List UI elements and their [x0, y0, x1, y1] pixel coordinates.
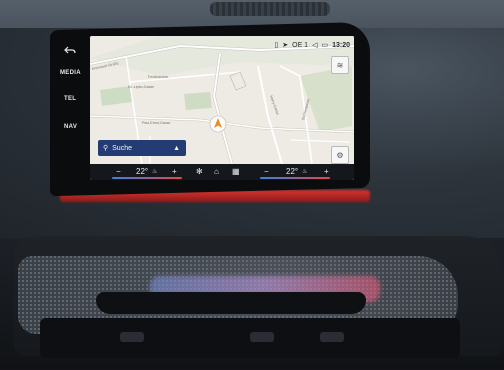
clock: 13:20: [332, 41, 350, 49]
tel-button[interactable]: TEL: [64, 96, 76, 102]
phone-icon: ▯: [274, 42, 279, 49]
search-field[interactable]: ⚲ Suche ▲: [98, 140, 186, 156]
media-button[interactable]: MEDIA: [60, 70, 81, 76]
apps-grid-icon[interactable]: ▦: [232, 166, 240, 178]
street-label: Dr.-Lipán-Gasse: [128, 85, 154, 89]
car-interior-scene: MEDIA TEL NAV Kronstadt-Straße Ferdinand…: [0, 0, 504, 370]
chevron-up-icon[interactable]: ▲: [173, 145, 180, 152]
search-icon: ⚲: [103, 145, 109, 152]
climate-bar: − 22° ♨ + ✻ ⌂ ▦ − 22° ♨ +: [90, 164, 354, 180]
search-label: Suche: [112, 144, 132, 152]
volume-icon: ◁: [312, 42, 318, 49]
lower-button[interactable]: [120, 332, 144, 342]
current-position-icon: [209, 115, 227, 133]
map-layers-button[interactable]: ≋: [331, 56, 349, 74]
home-icon[interactable]: ⌂: [214, 166, 219, 178]
street-label: Ferdinandstr.: [148, 75, 169, 79]
left-temp-indicator: [112, 177, 182, 179]
radio-station: OE 1: [292, 41, 309, 49]
back-arrow-icon[interactable]: [64, 46, 76, 56]
air-vent-slot[interactable]: [96, 292, 366, 314]
lower-button[interactable]: [320, 332, 344, 342]
layers-icon: ≋: [336, 60, 344, 70]
location-arrow-icon: ➤: [282, 42, 289, 49]
nav-button[interactable]: NAV: [64, 124, 77, 130]
infotainment-screen: Kronstadt-Straße Ferdinandstr. Dr.-Lipán…: [90, 36, 354, 180]
street-label: Paul-Ernst-Gasse: [142, 121, 170, 125]
signal-icon: ▭: [321, 42, 329, 49]
gear-icon: ⚙: [336, 150, 344, 160]
side-button-panel: MEDIA TEL NAV: [54, 38, 88, 188]
status-bar: ▯ ➤ OE 1 ◁ ▭ 13:20: [274, 39, 350, 51]
lower-button[interactable]: [250, 332, 274, 342]
fan-icon[interactable]: ✻: [196, 166, 203, 178]
map-settings-button[interactable]: ⚙: [331, 146, 349, 164]
defrost-vent: [210, 2, 330, 16]
navigation-map[interactable]: Kronstadt-Straße Ferdinandstr. Dr.-Lipán…: [90, 36, 354, 180]
right-temp-indicator: [260, 177, 330, 179]
